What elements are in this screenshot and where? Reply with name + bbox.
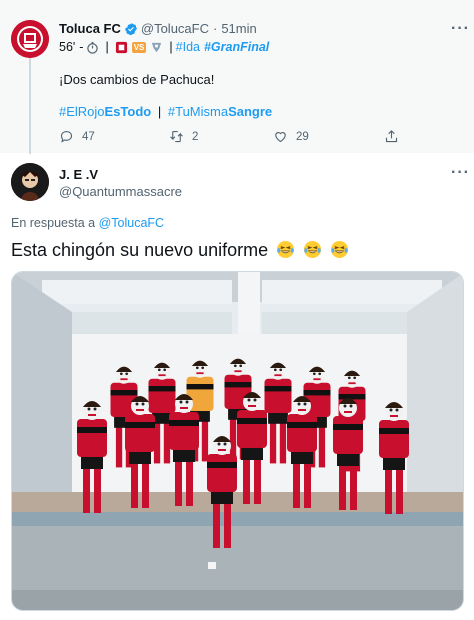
verified-badge-icon: [124, 22, 138, 36]
share-button[interactable]: [384, 129, 407, 144]
parent-tweet-text: ¡Dos cambios de Pachuca!: [59, 72, 215, 87]
score-line: 56' - | VS | #Ida #GranFinal: [59, 40, 269, 54]
thread-connector-line: [29, 58, 31, 154]
laughing-tears-emoji-icon: [276, 240, 295, 259]
parent-tweet-hashtags: #ElRojoEsTodo | #TuMismaSangre: [59, 104, 272, 119]
replying-to: En respuesta a @TolucaFC: [11, 216, 164, 230]
reply-icon: [60, 130, 73, 143]
tweet-time[interactable]: 51min: [221, 21, 256, 36]
reply-count: 47: [82, 130, 95, 143]
retweet-icon: [170, 130, 183, 143]
laughing-tears-emoji-icon: [330, 240, 349, 259]
team-photo-image[interactable]: [11, 271, 464, 611]
pachuca-mini-logo-icon: [150, 41, 163, 54]
like-button[interactable]: 29: [273, 129, 309, 144]
parent-tweet-header: Toluca FC @TolucaFC · 51min: [59, 21, 257, 36]
toluca-avatar[interactable]: [11, 20, 49, 58]
match-minute: 56': [59, 40, 76, 54]
reply-prefix: En respuesta a: [11, 216, 96, 230]
laughing-tears-emoji-icon: [303, 240, 322, 259]
cup-object: [208, 562, 216, 569]
reply-button[interactable]: 47: [59, 129, 95, 144]
pipe-2: |: [169, 40, 173, 54]
share-icon: [385, 130, 398, 143]
toluca-mini-logo-icon: [115, 41, 128, 54]
heart-icon: [275, 132, 286, 143]
reply-tweet-text: Esta chingón su nuevo uniforme: [11, 240, 349, 261]
retweet-button[interactable]: 2: [169, 129, 198, 144]
hashtag-elrojoestodo[interactable]: #ElRojoEsTodo: [59, 104, 151, 119]
author-name[interactable]: Toluca FC: [59, 21, 121, 36]
hashtag-ida[interactable]: #Ida: [176, 40, 200, 54]
stopwatch-icon: [86, 41, 99, 54]
tweet-actions: 47 2 29: [59, 129, 459, 145]
author-handle[interactable]: @TolucaFC: [141, 21, 209, 36]
like-count: 29: [296, 130, 309, 143]
separator-dot: ·: [212, 21, 218, 36]
retweet-count: 2: [192, 130, 199, 143]
reply-target-link[interactable]: @TolucaFC: [99, 216, 165, 230]
reply-author-handle[interactable]: @Quantummassacre: [59, 184, 182, 199]
jev-avatar[interactable]: [11, 163, 49, 201]
more-options-icon[interactable]: ···: [451, 20, 470, 38]
dash: -: [79, 40, 84, 54]
parent-tweet[interactable]: Toluca FC @TolucaFC · 51min ··· 56' - | …: [0, 0, 474, 154]
hashtag-tumismasangre[interactable]: #TuMismaSangre: [168, 104, 272, 119]
reply-author-name[interactable]: J. E .V: [59, 167, 98, 182]
hashtag-pipe: |: [157, 104, 162, 119]
pipe-1: |: [105, 40, 109, 54]
reply-more-options-icon[interactable]: ···: [451, 164, 470, 182]
vs-badge: VS: [131, 41, 147, 53]
reply-text: Esta chingón su nuevo uniforme: [11, 240, 269, 260]
hashtag-granfinal[interactable]: #GranFinal: [204, 40, 269, 54]
